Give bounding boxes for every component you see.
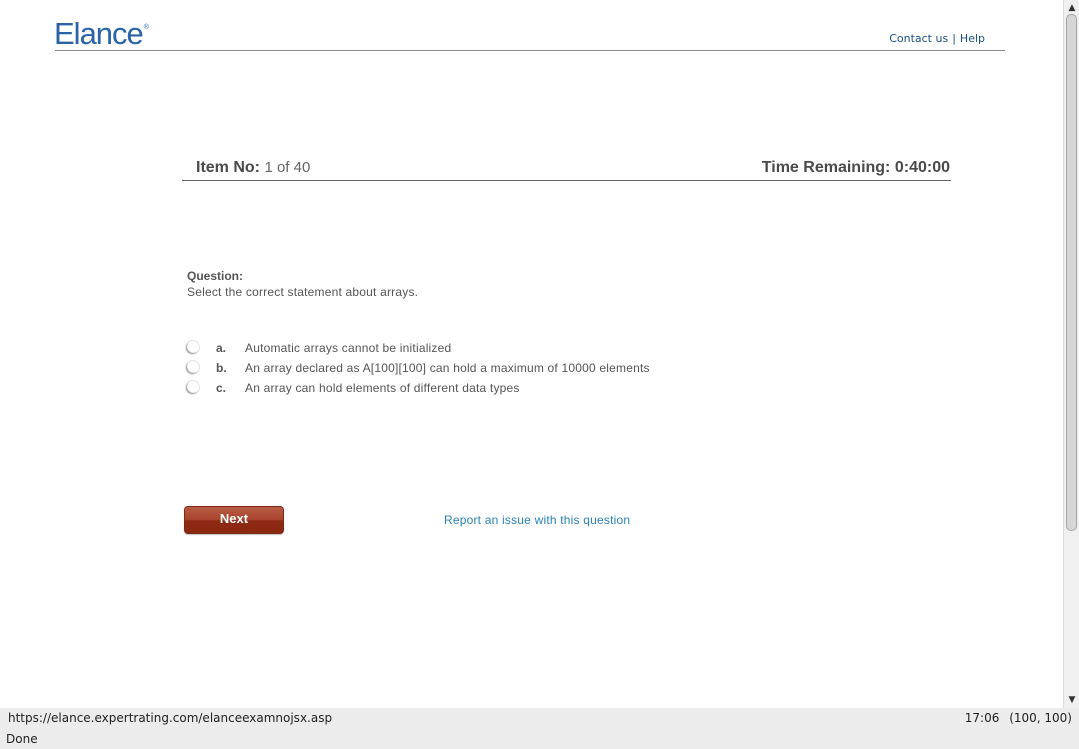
browser-status-bar: https://elance.expertrating.com/elanceex… bbox=[0, 708, 1079, 749]
time-remaining: Time Remaining: 0:40:00 bbox=[762, 159, 950, 177]
header-divider bbox=[55, 50, 1005, 51]
header-links: Contact us | Help bbox=[889, 32, 985, 45]
item-bar: Item No: 1 of 40 Time Remaining: 0:40:00 bbox=[182, 159, 951, 181]
option-text[interactable]: An array can hold elements of different … bbox=[245, 381, 520, 395]
logo-text: Elance bbox=[54, 16, 144, 51]
scrollbar-thumb[interactable] bbox=[1066, 14, 1077, 531]
option-letter: c. bbox=[216, 381, 227, 395]
report-issue-link[interactable]: Report an issue with this question bbox=[444, 513, 630, 527]
exam-page: Elance® Contact us | Help Item No: 1 of 40… bbox=[0, 0, 1063, 708]
option-text[interactable]: An array declared as A[100][100] can hol… bbox=[245, 361, 650, 375]
status-coords: (100, 100) bbox=[1009, 711, 1072, 725]
status-url: https://elance.expertrating.com/elanceex… bbox=[8, 711, 333, 725]
contact-us-link[interactable]: Contact us bbox=[889, 32, 948, 45]
registered-mark: ® bbox=[143, 24, 149, 31]
link-separator: | bbox=[952, 32, 956, 45]
status-state: Done bbox=[6, 732, 38, 746]
scroll-down-arrow-icon[interactable]: ▼ bbox=[1066, 694, 1078, 706]
item-number-value: 1 of 40 bbox=[264, 159, 311, 176]
option-letter: a. bbox=[216, 341, 227, 355]
status-time: 17:06 bbox=[964, 711, 1000, 725]
question-text: Select the correct statement about array… bbox=[187, 285, 419, 299]
option-text[interactable]: Automatic arrays cannot be initialized bbox=[245, 341, 451, 355]
option-letter: b. bbox=[216, 361, 227, 375]
elance-logo[interactable]: Elance® bbox=[54, 16, 149, 52]
radio-button-b[interactable] bbox=[185, 360, 200, 375]
radio-button-a[interactable] bbox=[185, 340, 200, 355]
item-number: Item No: 1 of 40 bbox=[196, 159, 310, 177]
scroll-up-arrow-icon[interactable]: ▲ bbox=[1066, 2, 1078, 14]
status-clock: 17:06 (100, 100) bbox=[965, 711, 1072, 725]
next-button[interactable]: Next bbox=[184, 506, 284, 534]
time-remaining-label: Time Remaining: bbox=[761, 159, 891, 176]
item-number-label: Item No: bbox=[196, 159, 260, 176]
question-heading: Question: bbox=[187, 269, 243, 283]
help-link[interactable]: Help bbox=[960, 32, 985, 45]
radio-button-c[interactable] bbox=[185, 380, 200, 395]
vertical-scrollbar[interactable]: ▲ ▼ bbox=[1063, 0, 1079, 708]
time-remaining-value: 0:40:00 bbox=[894, 159, 950, 176]
